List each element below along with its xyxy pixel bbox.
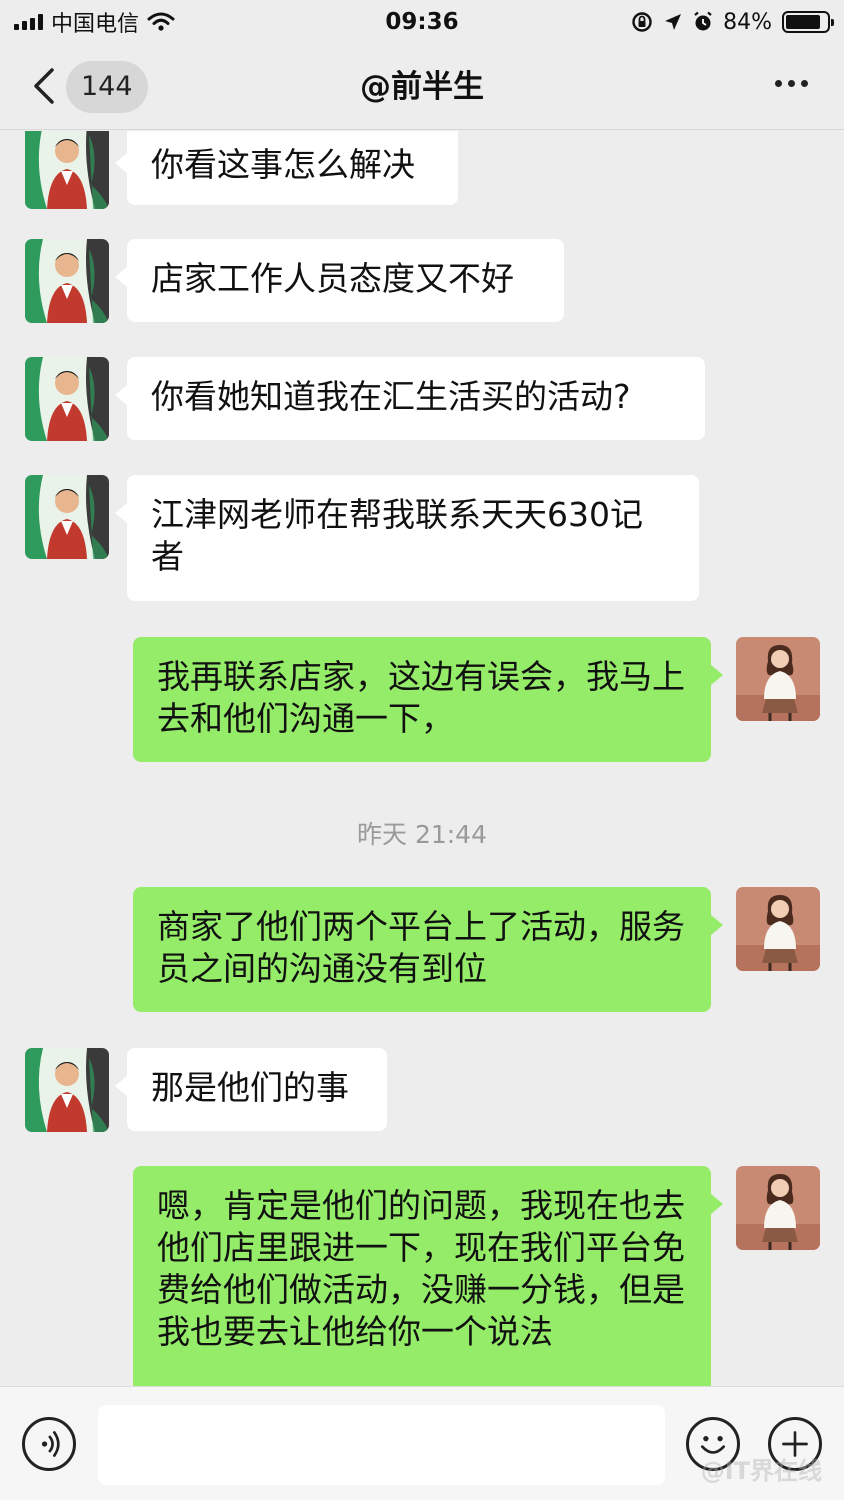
battery-icon [782, 11, 834, 33]
wifi-icon [147, 12, 175, 31]
back-chevron-icon[interactable] [30, 66, 60, 106]
contact-avatar[interactable] [25, 357, 109, 441]
input-bar: @IT界在线 [0, 1386, 844, 1500]
contact-avatar[interactable] [25, 131, 109, 209]
message-bubble[interactable]: 商家了他们两个平台上了活动，服务员之间的沟通没有到位 [133, 887, 723, 1012]
battery-level-fill [786, 15, 820, 29]
status-right: 84% [631, 9, 834, 35]
my-avatar[interactable] [736, 637, 820, 721]
message-bubble[interactable]: 那是他们的事 [115, 1048, 387, 1131]
my-avatar[interactable] [736, 1166, 820, 1250]
message-bubble[interactable]: 江津网老师在帮我联系天天630记者 [115, 475, 699, 601]
message-bubble[interactable]: 你看她知道我在汇生活买的活动? [115, 357, 705, 440]
watermark: @IT界在线 [700, 1457, 822, 1485]
contact-avatar[interactable] [25, 475, 109, 559]
message-input[interactable] [98, 1405, 665, 1485]
battery-percent: 84% [723, 9, 772, 35]
message-bubble[interactable]: 嗯，肯定是他们的问题，我现在也去他们店里跟进一下，现在我们平台免费给他们做活动，… [133, 1166, 723, 1386]
message-bubble[interactable]: 店家工作人员态度又不好 [115, 239, 564, 322]
my-avatar[interactable] [736, 887, 820, 971]
status-bar: 中国电信 09:36 84% [0, 0, 844, 44]
nav-bar: 144 @前半生 [0, 44, 844, 130]
carrier-label: 中国电信 [51, 12, 140, 37]
more-ellipsis-icon[interactable] [775, 80, 808, 87]
unread-count-badge[interactable]: 144 [66, 61, 148, 113]
chat-message-list[interactable]: 你看这事怎么解决店家工作人员态度又不好你看她知道我在汇生活买的活动? 江津网老师在… [0, 131, 844, 1386]
contact-avatar[interactable] [25, 1048, 109, 1132]
alarm-icon [694, 11, 712, 31]
signal-icon [14, 14, 43, 30]
message-bubble[interactable]: 你看这事怎么解决 [115, 131, 458, 205]
timestamp: 昨天 21:44 [357, 820, 487, 849]
message-bubble[interactable]: 我再联系店家，这边有误会，我马上去和他们沟通一下， [133, 637, 723, 762]
contact-avatar[interactable] [25, 239, 109, 323]
voice-icon[interactable] [22, 1417, 76, 1471]
status-left: 中国电信 [14, 6, 175, 38]
location-icon [665, 14, 682, 30]
orientation-lock-icon [632, 12, 652, 32]
